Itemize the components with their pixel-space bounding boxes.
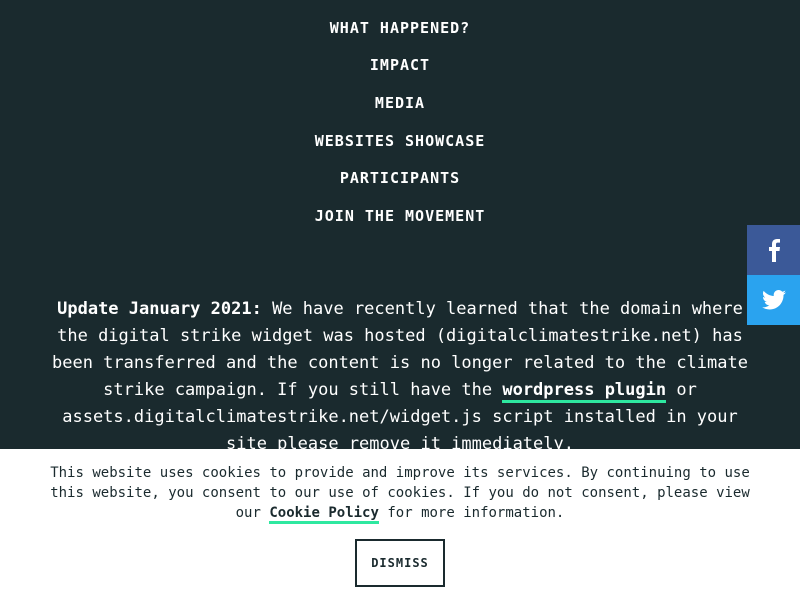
twitter-share-button[interactable]: [747, 275, 800, 325]
cookie-message: This website uses cookies to provide and…: [40, 463, 760, 524]
cookie-text-end: for more information.: [378, 505, 565, 521]
facebook-icon: [768, 239, 780, 262]
cookie-policy-link[interactable]: Cookie Policy: [269, 505, 379, 524]
facebook-share-button[interactable]: [747, 225, 800, 275]
nav-item-websites-showcase[interactable]: WEBSITES SHOWCASE: [315, 131, 486, 151]
main-nav: WHAT HAPPENED? IMPACT MEDIA WEBSITES SHO…: [0, 0, 800, 226]
update-notice: Update January 2021: We have recently le…: [50, 296, 750, 458]
nav-item-impact[interactable]: IMPACT: [370, 55, 430, 75]
dismiss-button[interactable]: DISMISS: [355, 539, 445, 587]
cookie-banner: This website uses cookies to provide and…: [0, 449, 800, 600]
nav-item-join-the-movement[interactable]: JOIN THE MOVEMENT: [315, 206, 486, 226]
nav-item-media[interactable]: MEDIA: [375, 93, 425, 113]
nav-item-participants[interactable]: PARTICIPANTS: [340, 168, 460, 188]
twitter-icon: [761, 290, 786, 310]
notice-heading: Update January 2021:: [57, 299, 262, 319]
nav-item-what-happened[interactable]: WHAT HAPPENED?: [330, 18, 470, 38]
wordpress-plugin-link[interactable]: wordpress plugin: [502, 380, 667, 403]
